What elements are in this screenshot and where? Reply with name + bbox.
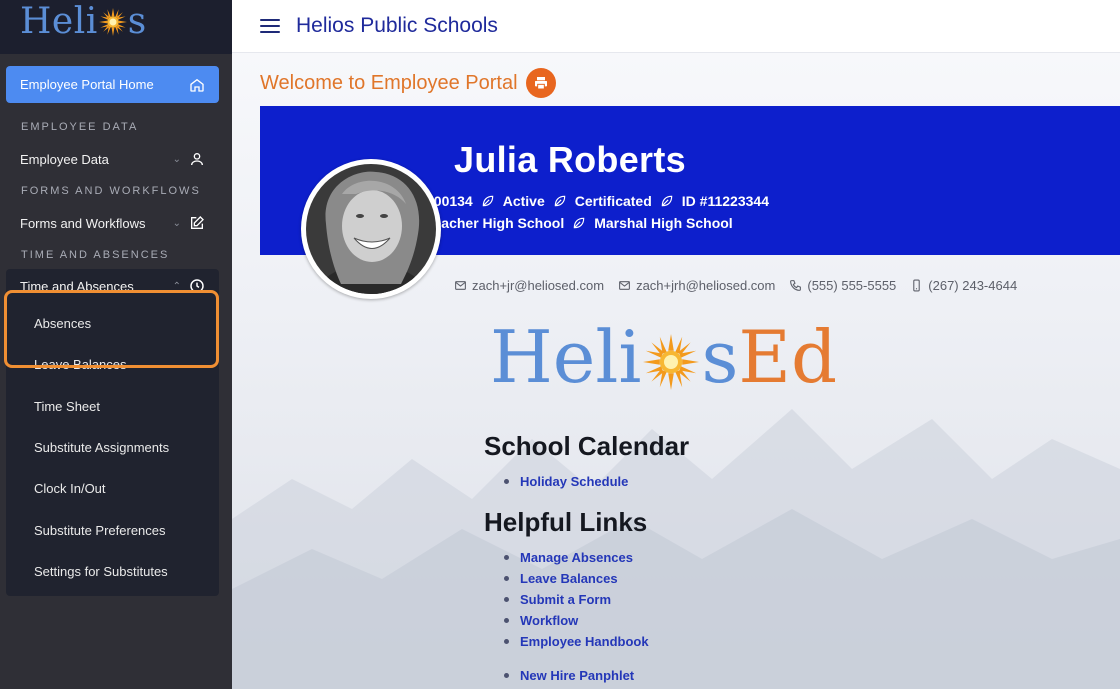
school-calendar-heading: School Calendar [484, 431, 690, 461]
chevron-down-icon: ⌄ [172, 153, 181, 165]
sidebar-subitem-settings-substitutes[interactable]: Settings for Substitutes [6, 551, 219, 592]
sidebar-subitem-substitute-assignments[interactable]: Substitute Assignments [6, 427, 219, 468]
employee-school: Marshal High School [594, 215, 733, 231]
sidebar-subitem-leave-balances[interactable]: Leave Balances [6, 344, 219, 385]
section-title-employee-data: EMPLOYEE DATA [21, 121, 139, 133]
helpful-links-heading: Helpful Links [484, 507, 648, 537]
section-title-forms: FORMS AND WORKFLOWS [21, 185, 201, 197]
user-icon [191, 153, 203, 166]
phone-text: (555) 555-5555 [807, 278, 897, 293]
sun-logo-icon [98, 8, 127, 36]
email-text: zach+jrh@heliosed.com [636, 278, 776, 293]
sun-logo-icon [643, 329, 700, 390]
phone-icon [790, 280, 802, 291]
leaf-icon [482, 195, 493, 207]
link-employee-handbook[interactable]: Employee Handbook [504, 631, 649, 652]
mail-icon [619, 281, 630, 290]
link-manage-absences[interactable]: Manage Absences [504, 547, 649, 568]
sidebar-item-label: Forms and Workflows [20, 215, 146, 231]
mountain-background [232, 409, 1120, 689]
employee-position: Teacher High School [426, 215, 565, 231]
sidebar: Heli s Employee Portal Home EMPLOYEE DAT… [0, 0, 232, 689]
employee-meta-row-2: Teacher High School Marshal High School [426, 215, 733, 231]
contact-email-1[interactable]: zach+jr@heliosed.com [454, 278, 604, 293]
calendar-links: Holiday Schedule [504, 471, 628, 492]
avatar-photo [306, 164, 436, 294]
link-new-hire-pamphlet[interactable]: New Hire Panphlet [504, 665, 634, 686]
employee-meta-row-1: 100134 Active Certificated ID #11223344 [426, 193, 769, 209]
helios-logo[interactable]: Heli s [20, 4, 232, 40]
hamburger-menu-icon[interactable] [260, 19, 280, 33]
heliosed-logo: Heli s Ed [490, 321, 837, 393]
sidebar-item-time-absences[interactable]: Time and Absences ⌃ [6, 269, 219, 303]
sidebar-item-label: Employee Data [20, 151, 109, 167]
edit-icon [191, 216, 204, 229]
time-absences-submenu: Time and Absences ⌃ Absences Leave Balan… [6, 269, 219, 597]
section-title-time: TIME AND ABSENCES [21, 249, 170, 261]
leaf-icon [661, 195, 673, 207]
leaf-icon [554, 195, 566, 207]
top-bar: Helios Public Schools [232, 0, 1120, 53]
clock-icon [190, 279, 204, 293]
link-leave-balances[interactable]: Leave Balances [504, 568, 649, 589]
logo-text-prefix: Heli [20, 1, 98, 42]
employee-id: ID #11223344 [681, 193, 769, 209]
sidebar-item-employee-data[interactable]: Employee Data ⌄ [6, 141, 219, 177]
printer-icon [534, 77, 547, 90]
employee-type: Certificated [574, 193, 652, 209]
mobile-icon [913, 279, 921, 292]
sidebar-item-label: Time and Absences [20, 278, 134, 294]
home-button-label: Employee Portal Home [20, 77, 154, 92]
mail-icon [455, 281, 466, 290]
main-area: Helios Public Schools Welcome to Employe… [232, 0, 1120, 689]
logo-part-ed: Ed [738, 315, 838, 399]
contact-phone-2[interactable]: (267) 243-4644 [910, 278, 1017, 293]
leaf-icon [573, 217, 585, 229]
chevron-up-icon: ⌃ [172, 280, 181, 292]
contact-phone-1[interactable]: (555) 555-5555 [789, 278, 896, 293]
employee-name: Julia Roberts [454, 139, 686, 180]
welcome-header: Welcome to Employee Portal [260, 68, 556, 98]
print-button[interactable] [525, 68, 556, 98]
content-area: Welcome to Employee Portal Julia Roberts… [232, 53, 1120, 689]
link-workflow[interactable]: Workflow [504, 610, 649, 631]
brand-header: Heli s [0, 0, 232, 54]
contact-row: zach+jr@heliosed.com zach+jrh@heliosed.c… [454, 278, 1017, 293]
logo-part-heli: Heli [490, 315, 642, 399]
employee-portal-home-button[interactable]: Employee Portal Home [6, 66, 219, 103]
sidebar-menu: Employee Portal Home EMPLOYEE DATA Emplo… [0, 54, 232, 597]
avatar [301, 159, 441, 299]
contact-email-2[interactable]: zach+jrh@heliosed.com [618, 278, 775, 293]
sidebar-item-forms-workflows[interactable]: Forms and Workflows ⌄ [6, 205, 219, 241]
chevron-down-icon: ⌄ [172, 217, 181, 229]
sidebar-subitem-absences[interactable]: Absences [6, 303, 219, 344]
sidebar-subitem-time-sheet[interactable]: Time Sheet [6, 386, 219, 427]
sidebar-subitem-substitute-preferences[interactable]: Substitute Preferences [6, 509, 219, 550]
helpful-links-list: Manage Absences Leave Balances Submit a … [504, 547, 649, 652]
link-holiday-schedule[interactable]: Holiday Schedule [504, 471, 628, 492]
logo-part-s: s [701, 315, 739, 399]
welcome-title: Welcome to Employee Portal [260, 71, 518, 94]
email-text: zach+jr@heliosed.com [472, 278, 605, 293]
home-icon [190, 78, 204, 92]
employee-status: Active [502, 193, 545, 209]
phone-text: (267) 243-4644 [928, 278, 1018, 293]
logo-text-suffix: s [127, 1, 147, 42]
app-title: Helios Public Schools [296, 14, 498, 37]
sidebar-subitem-clock-in-out[interactable]: Clock In/Out [6, 468, 219, 509]
link-submit-form[interactable]: Submit a Form [504, 589, 649, 610]
extra-links-list: New Hire Panphlet [504, 665, 634, 686]
